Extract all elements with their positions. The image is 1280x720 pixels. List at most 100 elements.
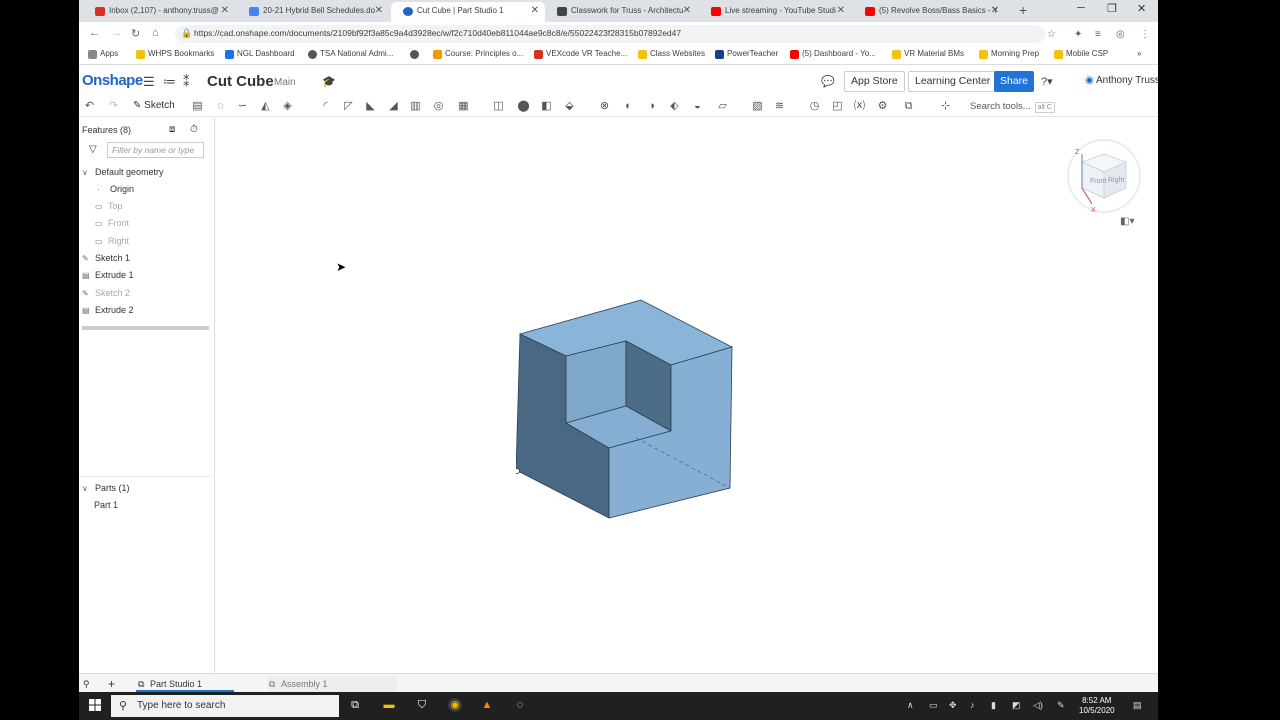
hamburger-menu-icon[interactable]: ☰ — [143, 74, 155, 90]
redo-icon[interactable]: ↷ — [107, 100, 120, 113]
tray-pen-icon[interactable]: ✎ — [1057, 700, 1065, 711]
view-cube-right-label[interactable]: Right — [1108, 177, 1124, 184]
fillet-icon[interactable]: ◜ — [319, 100, 332, 113]
variable-icon[interactable]: ⒳ — [853, 100, 866, 113]
draft-icon[interactable]: ◣ — [364, 100, 377, 113]
chamfer-icon[interactable]: ◸ — [342, 100, 355, 113]
feature-list-icon[interactable]: ≔ — [163, 74, 176, 90]
view-cube-menu-icon[interactable]: ◧▾ — [1120, 216, 1134, 227]
window-close-icon[interactable]: ✕ — [1137, 2, 1146, 15]
feature-front-plane[interactable]: ▭ Front — [95, 218, 129, 228]
browser-tab-docs[interactable]: 20-21 Hybrid Bell Schedules.do ✕ — [237, 2, 389, 22]
close-icon[interactable]: ✕ — [991, 2, 999, 20]
tray-display-icon[interactable]: ▭ — [929, 700, 938, 711]
comments-icon[interactable]: 💬 — [821, 75, 835, 88]
more-bookmarks-icon[interactable]: » — [1137, 49, 1141, 58]
curve-icon[interactable]: ◷ — [808, 100, 821, 113]
browser-tab-youtube-studio[interactable]: Live streaming - YouTube Studi ✕ — [699, 2, 851, 22]
hole-icon[interactable]: ◎ — [432, 100, 445, 113]
user-menu[interactable]: ◉ Anthony Truss ▾ — [1085, 75, 1158, 86]
chrome-icon[interactable]: ◉ — [448, 698, 462, 712]
bookmark-powerteacher[interactable]: PowerTeacher — [715, 49, 778, 59]
close-icon[interactable]: ✕ — [375, 2, 383, 20]
onshape-logo[interactable]: Onshape — [82, 72, 143, 89]
tab-assembly-1[interactable]: ⧉ Assembly 1 — [267, 676, 397, 692]
tray-network-icon[interactable]: ◩ — [1012, 700, 1021, 711]
rollback-bar[interactable] — [82, 326, 209, 330]
menu-icon[interactable]: ⋮ — [1140, 29, 1150, 40]
windows-start-icon[interactable] — [89, 699, 101, 711]
plane-icon[interactable]: ▱ — [716, 100, 729, 113]
sweep-icon[interactable]: ∽ — [236, 100, 249, 113]
insert-tab-icon[interactable]: + — [108, 676, 115, 692]
bookmark-apps[interactable]: Apps — [88, 49, 118, 59]
feature-sketch-1[interactable]: ✎ Sketch 1 — [82, 253, 130, 263]
revolve-icon[interactable]: ◌ — [214, 100, 227, 113]
extrude-icon[interactable]: ▤ — [191, 100, 204, 113]
view-cube[interactable]: Front Right Z X — [1064, 136, 1144, 218]
file-explorer-icon[interactable]: ▬ — [382, 698, 396, 712]
branch-label[interactable]: Main — [274, 77, 296, 88]
feature-top-plane[interactable]: ▭ Top — [95, 201, 123, 211]
bookmark-class-websites[interactable]: Class Websites — [638, 49, 705, 59]
store-icon[interactable]: ⛉ — [415, 698, 429, 712]
modify-fillet-icon[interactable]: ◐ — [622, 100, 635, 113]
linear-pattern-icon[interactable]: ▦ — [457, 100, 470, 113]
view-cube-front-label[interactable]: Front — [1090, 178, 1106, 185]
tray-overflow-icon[interactable]: ∧ — [907, 700, 914, 711]
bookmark-vexcode[interactable]: VEXcode VR Teache... — [534, 49, 627, 59]
parts-group[interactable]: ∨ Parts (1) — [82, 483, 130, 493]
thicken-icon[interactable]: ◈ — [281, 100, 294, 113]
tab-manager-icon[interactable]: ⚲ — [83, 676, 90, 692]
mate-connector-icon[interactable]: ▧ — [751, 100, 764, 113]
reading-list-icon[interactable]: ≡ — [1095, 29, 1101, 40]
help-icon[interactable]: ?▾ — [1041, 75, 1053, 88]
notifications-icon[interactable]: ▤ — [1133, 700, 1142, 711]
filter-icon[interactable]: ▽ — [89, 144, 97, 155]
share-button[interactable]: Share — [994, 71, 1034, 92]
shell-icon[interactable]: ▥ — [409, 100, 422, 113]
learning-center-button[interactable]: Learning Center — [908, 71, 998, 92]
tray-battery-icon[interactable]: ▮ — [991, 700, 996, 711]
mirror-icon[interactable]: ◫ — [492, 100, 505, 113]
replace-face-icon[interactable]: ⬖ — [668, 100, 681, 113]
offset-surface-icon[interactable]: ◒ — [691, 100, 704, 113]
app-circle-icon[interactable]: ◌ — [513, 698, 527, 712]
feature-filter-input[interactable]: Filter by name or type — [107, 142, 204, 158]
bookmark-tsa[interactable]: TSA National Admi... — [308, 49, 393, 59]
feature-origin[interactable]: · Origin — [97, 184, 134, 194]
app-store-button[interactable]: App Store — [844, 71, 905, 92]
feature-right-plane[interactable]: ▭ Right — [95, 236, 129, 246]
loft-icon[interactable]: ◭ — [259, 100, 272, 113]
sketch-button[interactable]: ✎ Sketch — [133, 100, 175, 111]
transform-icon[interactable]: ⬙ — [563, 100, 576, 113]
move-face-icon[interactable]: ◑ — [645, 100, 658, 113]
split-icon[interactable]: ◧ — [540, 100, 553, 113]
maximize-icon[interactable]: ❐ — [1107, 2, 1117, 15]
part-1[interactable]: Part 1 — [94, 500, 118, 510]
browser-tab-gmail[interactable]: Inbox (2,107) - anthony.truss@ ✕ — [83, 2, 235, 22]
add-folder-icon[interactable]: ⧈ — [169, 124, 175, 135]
profile-icon[interactable]: ◎ — [1116, 29, 1125, 40]
browser-tab-youtube-revolve[interactable]: (5) Revolve Boss/Bass Basics - Y ✕ — [853, 2, 1005, 22]
taskbar-clock[interactable]: 8:52 AM 10/5/2020 — [1079, 696, 1115, 716]
add-custom-feature-icon[interactable]: ⊹ — [939, 100, 952, 113]
task-view-icon[interactable]: ⧉ — [348, 698, 362, 712]
boolean-icon[interactable]: ⬤ — [517, 100, 530, 113]
tray-dropbox-icon[interactable]: ✥ — [949, 700, 957, 711]
extensions-icon[interactable]: ✦ — [1074, 29, 1082, 40]
forward-icon[interactable]: → — [111, 27, 122, 39]
sheet-metal-icon[interactable]: ◰ — [831, 100, 844, 113]
undo-icon[interactable]: ↶ — [83, 100, 96, 113]
close-icon[interactable]: ✕ — [683, 2, 691, 20]
graphics-viewport[interactable]: ➤ Front Right Z X ◧▾ — [216, 118, 1158, 673]
star-icon[interactable]: ☆ — [1047, 29, 1056, 40]
feature-sketch-2[interactable]: ✎ Sketch 2 — [82, 288, 130, 298]
close-icon[interactable]: ✕ — [837, 2, 845, 20]
frame-icon[interactable]: ⚙ — [876, 100, 889, 113]
bookmark-morning-prep[interactable]: Morning Prep — [979, 49, 1039, 59]
learning-cap-icon[interactable]: 🎓 — [322, 75, 336, 88]
rollback-timer-icon[interactable]: ⏱ — [190, 124, 198, 135]
chevron-down-icon[interactable]: ∨ — [82, 168, 92, 177]
close-icon[interactable]: ✕ — [221, 2, 229, 20]
